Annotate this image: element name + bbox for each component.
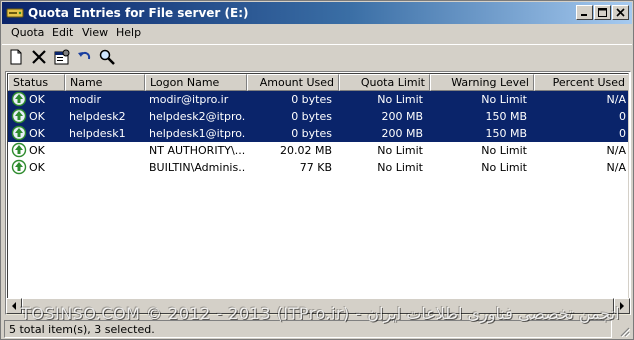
resize-grip-icon[interactable] <box>618 325 630 337</box>
arrow-left-icon <box>12 302 16 310</box>
quota-entries-window: Quota Entries for File server (E:) Quota… <box>0 0 634 340</box>
find-icon <box>99 49 115 65</box>
column-quota-limit[interactable]: Quota Limit <box>339 74 430 91</box>
delete-icon <box>32 50 46 64</box>
cell-status: OK <box>29 161 45 174</box>
cell-quota-limit: No Limit <box>377 144 423 157</box>
maximize-icon <box>598 8 607 17</box>
table-row[interactable]: OK BUILTIN\Adminis... 77 KB No Limit No … <box>8 159 628 176</box>
properties-icon <box>54 49 70 65</box>
column-name[interactable]: Name <box>65 74 145 91</box>
maximize-button[interactable] <box>594 5 611 20</box>
cell-logon-name: modir@itpro.ir <box>149 93 229 106</box>
scroll-right-button[interactable] <box>614 298 630 314</box>
delete-button[interactable] <box>29 47 49 67</box>
status-bar: 5 total item(s), 3 selected. <box>2 318 632 339</box>
properties-button[interactable] <box>52 47 72 67</box>
table-row[interactable]: OK helpdesk1 helpdesk1@itpro.ir 0 bytes … <box>8 125 628 142</box>
cell-percent-used: N/A <box>606 144 626 157</box>
undo-icon <box>78 51 91 60</box>
undo-button[interactable] <box>75 47 95 67</box>
table-row[interactable]: OK modir modir@itpro.ir 0 bytes No Limit… <box>8 91 628 108</box>
status-ok-icon <box>11 108 27 124</box>
column-amount-used[interactable]: Amount Used <box>247 74 339 91</box>
cell-percent-used: N/A <box>606 161 626 174</box>
arrow-right-icon <box>620 302 624 310</box>
horizontal-scrollbar[interactable] <box>6 298 630 315</box>
cell-amount-used: 77 KB <box>299 161 332 174</box>
scroll-left-button[interactable] <box>6 298 22 314</box>
cell-status: OK <box>29 93 45 106</box>
find-button[interactable] <box>97 47 117 67</box>
cell-name: helpdesk2 <box>69 110 126 123</box>
cell-amount-used: 20.02 MB <box>279 144 332 157</box>
close-icon <box>616 8 625 17</box>
menu-quota[interactable]: Quota <box>11 26 44 39</box>
list-header: Status Name Logon Name Amount Used Quota… <box>8 74 628 91</box>
cell-quota-limit: 200 MB <box>381 127 423 140</box>
scroll-thumb[interactable] <box>22 298 614 314</box>
window-title: Quota Entries for File server (E:) <box>28 6 249 20</box>
table-row[interactable]: OK NT AUTHORITY\... 20.02 MB No Limit No… <box>8 142 628 159</box>
drive-icon <box>6 8 24 18</box>
cell-name: modir <box>69 93 102 106</box>
cell-name: helpdesk1 <box>69 127 126 140</box>
cell-status: OK <box>29 144 45 157</box>
cell-warning-level: 150 MB <box>485 110 527 123</box>
cell-warning-level: No Limit <box>481 161 527 174</box>
column-warning-level[interactable]: Warning Level <box>430 74 534 91</box>
minimize-icon <box>581 14 587 16</box>
status-ok-icon <box>11 91 27 107</box>
menu-view[interactable]: View <box>82 26 108 39</box>
toolbar <box>2 44 632 68</box>
column-percent-used[interactable]: Percent Used <box>534 74 628 91</box>
cell-warning-level: No Limit <box>481 144 527 157</box>
minimize-button[interactable] <box>576 5 593 20</box>
status-ok-icon <box>11 142 27 158</box>
table-row[interactable]: OK helpdesk2 helpdesk2@itpro.ir 0 bytes … <box>8 108 628 125</box>
cell-percent-used: 0 <box>619 110 626 123</box>
cell-quota-limit: 200 MB <box>381 110 423 123</box>
cell-logon-name: BUILTIN\Adminis... <box>149 161 245 174</box>
new-quota-entry-icon <box>10 49 22 65</box>
quota-entries-list[interactable]: Status Name Logon Name Amount Used Quota… <box>5 71 631 315</box>
cell-warning-level: 150 MB <box>485 127 527 140</box>
close-button[interactable] <box>612 5 629 20</box>
title-bar[interactable]: Quota Entries for File server (E:) <box>2 2 632 24</box>
status-ok-icon <box>11 159 27 175</box>
cell-amount-used: 0 bytes <box>291 110 332 123</box>
cell-status: OK <box>29 127 45 140</box>
cell-logon-name: helpdesk2@itpro.ir <box>149 110 245 123</box>
cell-amount-used: 0 bytes <box>291 93 332 106</box>
column-status[interactable]: Status <box>8 74 65 91</box>
cell-status: OK <box>29 110 45 123</box>
cell-warning-level: No Limit <box>481 93 527 106</box>
cell-quota-limit: No Limit <box>377 161 423 174</box>
status-text: 5 total item(s), 3 selected. <box>4 320 612 338</box>
cell-quota-limit: No Limit <box>377 93 423 106</box>
menu-bar: Quota Edit View Help <box>2 24 632 43</box>
menu-help[interactable]: Help <box>116 26 141 39</box>
cell-percent-used: N/A <box>606 93 626 106</box>
menu-edit[interactable]: Edit <box>52 26 73 39</box>
status-ok-icon <box>11 125 27 141</box>
cell-amount-used: 0 bytes <box>291 127 332 140</box>
column-logon-name[interactable]: Logon Name <box>145 74 247 91</box>
cell-logon-name: NT AUTHORITY\... <box>149 144 245 157</box>
new-quota-entry-button[interactable] <box>6 47 26 67</box>
cell-logon-name: helpdesk1@itpro.ir <box>149 127 245 140</box>
cell-percent-used: 0 <box>619 127 626 140</box>
